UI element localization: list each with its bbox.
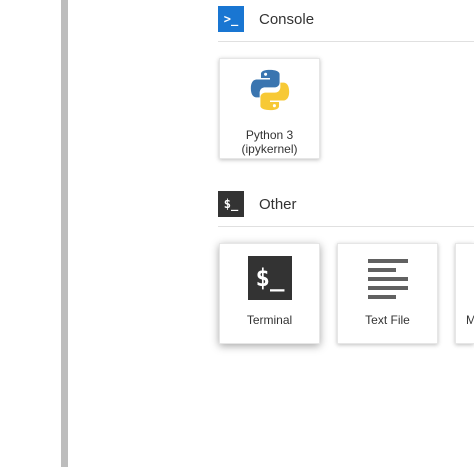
terminal-icon-glyph: $_	[223, 197, 239, 211]
python3-card-label-line1: Python 3	[245, 128, 294, 142]
other-section-title: Other	[259, 195, 297, 213]
terminal-icon: $_	[218, 191, 244, 217]
python-logo-icon	[250, 69, 290, 111]
markdown-file-card-label: M	[466, 313, 474, 327]
python3-console-card[interactable]: Python 3 (ipykernel)	[219, 58, 320, 159]
markdown-file-card[interactable]: M	[455, 243, 474, 344]
terminal-card-glyph: $_	[255, 264, 285, 292]
text-file-icon	[368, 259, 410, 299]
terminal-card[interactable]: $_ Terminal	[219, 243, 320, 344]
terminal-icon: $_	[248, 256, 292, 300]
console-icon: >_	[218, 6, 244, 32]
console-section-header: >_ Console	[218, 4, 314, 34]
vertical-scrollbar[interactable]	[61, 0, 68, 467]
python3-card-label-line2: (ipykernel)	[241, 142, 298, 156]
console-section-title: Console	[259, 10, 315, 28]
terminal-card-label: Terminal	[246, 313, 293, 327]
text-file-card[interactable]: Text File	[337, 243, 438, 344]
left-panel	[0, 0, 61, 467]
other-section-header: $_ Other	[218, 189, 297, 219]
console-icon-glyph: >_	[223, 12, 239, 26]
console-section-divider	[218, 41, 474, 42]
other-section-divider	[218, 226, 474, 227]
text-file-card-label: Text File	[365, 313, 410, 327]
